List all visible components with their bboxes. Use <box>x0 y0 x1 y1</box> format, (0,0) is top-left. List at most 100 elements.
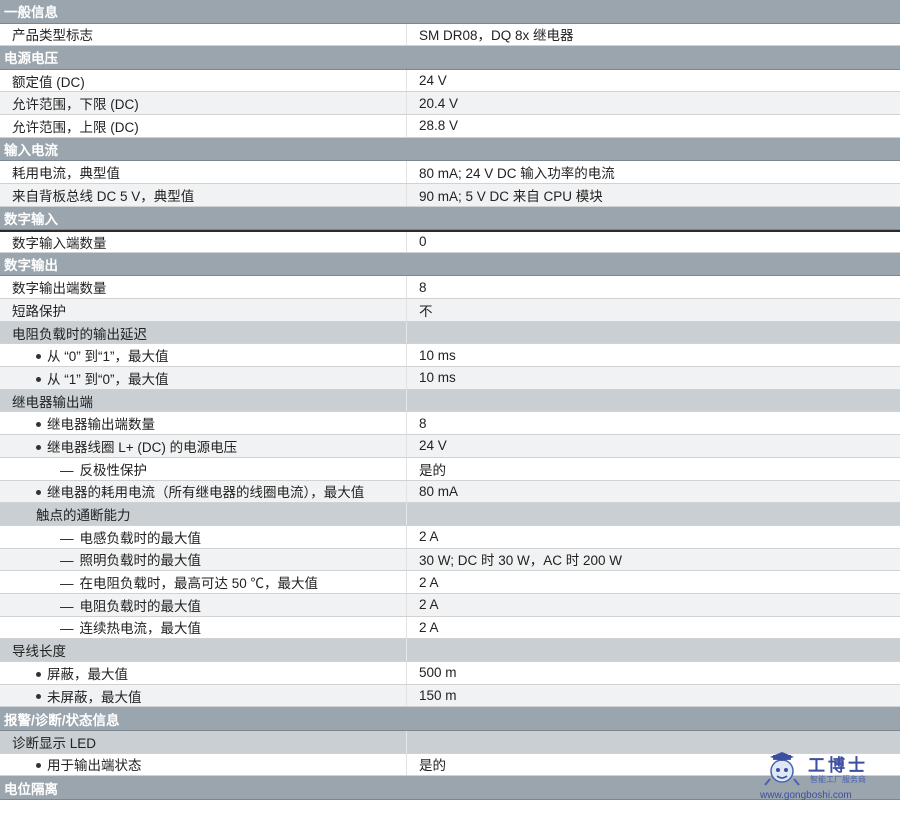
spec-row: 未屏蔽，最大值 150 m <box>0 684 900 708</box>
spec-value: 是的 <box>406 753 900 776</box>
section-title: 报警/诊断/状态信息 <box>4 712 120 728</box>
spec-label-cell: 从 “0” 到“1”，最大值 <box>0 345 406 365</box>
spec-row: 额定值 (DC) 24 V <box>0 69 900 93</box>
bullet-icon <box>36 671 41 677</box>
spec-row: — 照明负载时的最大值 30 W; DC 时 30 W，AC 时 200 W <box>0 548 900 572</box>
spec-label: 屏蔽，最大值 <box>47 666 128 682</box>
spec-row: 耗用电流，典型值 80 mA; 24 V DC 输入功率的电流 <box>0 161 900 184</box>
spec-label-cell: — 连续热电流，最大值 <box>0 617 406 637</box>
spec-row: — 电阻负载时的最大值 2 A <box>0 593 900 617</box>
spec-value: 80 mA; 24 V DC 输入功率的电流 <box>406 161 900 183</box>
bullet-icon <box>36 490 41 496</box>
subsection-header: 触点的通断能力 <box>0 503 900 526</box>
section-title: 电源电压 <box>4 51 58 67</box>
spec-value: 2 A <box>406 571 900 593</box>
spec-value: 90 mA; 5 V DC 来自 CPU 模块 <box>406 183 900 206</box>
spec-row: 数字输入端数量 0 <box>0 230 900 253</box>
spec-label-cell: 产品类型标志 <box>0 24 406 44</box>
spec-label: 继电器输出端数量 <box>47 417 155 433</box>
spec-row: — 在电阻负载时，最高可达 50 ℃，最大值 2 A <box>0 571 900 594</box>
spec-row: 从 “0” 到“1”，最大值 10 ms <box>0 344 900 368</box>
subsection-title: 触点的通断能力 <box>36 508 131 524</box>
spec-row: 允许范围，下限 (DC) 20.4 V <box>0 92 900 116</box>
spec-label-cell: 来自背板总线 DC 5 V，典型值 <box>0 185 406 205</box>
spec-value: 28.8 V <box>406 115 900 137</box>
spec-label-cell: — 反极性保护 <box>0 459 406 479</box>
spec-label-cell: — 照明负载时的最大值 <box>0 549 406 569</box>
spec-value: 20.4 V <box>406 92 900 115</box>
spec-label: 产品类型标志 <box>12 28 93 44</box>
spec-row: 屏蔽，最大值 500 m <box>0 662 900 685</box>
spec-value: 150 m <box>406 684 900 707</box>
spec-label: 允许范围，下限 (DC) <box>12 97 139 113</box>
spec-label: 在电阻负载时，最高可达 50 ℃，最大值 <box>79 576 319 592</box>
spec-row: 继电器线圈 L+ (DC) 的电源电压 24 V <box>0 435 900 458</box>
spec-label: 电感负载时的最大值 <box>79 530 202 546</box>
spec-label: 允许范围，上限 (DC) <box>12 119 139 135</box>
spec-label-cell: — 电阻负载时的最大值 <box>0 595 406 615</box>
spec-label: 继电器的耗用电流（所有继电器的线圈电流），最大值 <box>47 485 365 501</box>
spec-label: 从 “0” 到“1”，最大值 <box>47 349 169 365</box>
dash-icon: — <box>60 598 74 614</box>
section-header: 电源电压 <box>0 46 900 70</box>
spec-value: 500 m <box>406 662 900 684</box>
section-title: 数字输出 <box>4 258 58 274</box>
spec-label: 电阻负载时的最大值 <box>79 598 202 614</box>
subsection-header: 诊断显示 LED <box>0 730 900 754</box>
bullet-icon <box>36 422 41 428</box>
spec-row: 继电器的耗用电流（所有继电器的线圈电流），最大值 80 mA <box>0 480 900 504</box>
spec-value: 2 A <box>406 593 900 616</box>
spec-value: 2 A <box>406 616 900 639</box>
section-header: 一般信息 <box>0 0 900 24</box>
subsection-header: 导线长度 <box>0 639 900 662</box>
section-title: 数字输入 <box>4 211 58 227</box>
bullet-icon <box>36 354 41 360</box>
spec-label-cell: 继电器的耗用电流（所有继电器的线圈电流），最大值 <box>0 481 406 501</box>
spec-row: 来自背板总线 DC 5 V，典型值 90 mA; 5 V DC 来自 CPU 模块 <box>0 183 900 207</box>
spec-label-cell: 允许范围，上限 (DC) <box>0 116 406 136</box>
spec-value: 8 <box>406 412 900 435</box>
section-header: 电位隔离 <box>0 776 900 800</box>
bullet-icon <box>36 694 41 700</box>
dash-icon: — <box>60 621 74 637</box>
spec-label: 用于输出端状态 <box>47 758 142 774</box>
spec-label-cell: 短路保护 <box>0 300 406 320</box>
spec-label-cell: 额定值 (DC) <box>0 71 406 91</box>
spec-value: 是的 <box>406 457 900 480</box>
spec-label-cell: — 电感负载时的最大值 <box>0 527 406 547</box>
dash-icon: — <box>60 553 74 569</box>
spec-label-cell: 数字输入端数量 <box>0 232 406 252</box>
section-header: 数字输出 <box>0 252 900 277</box>
spec-label: 继电器线圈 L+ (DC) 的电源电压 <box>47 439 238 455</box>
spec-row: 数字输出端数量 8 <box>0 276 900 299</box>
spec-label: 来自背板总线 DC 5 V，典型值 <box>12 188 195 204</box>
spec-label: 反极性保护 <box>79 462 148 478</box>
spec-label-cell: 继电器线圈 L+ (DC) 的电源电压 <box>0 436 406 456</box>
spec-value: 0 <box>406 232 900 252</box>
subsection-header: 继电器输出端 <box>0 389 900 413</box>
dash-icon: — <box>60 530 74 546</box>
subsection-title: 电阻负载时的输出延迟 <box>12 326 147 342</box>
spec-label: 数字输出端数量 <box>12 281 107 297</box>
spec-label: 耗用电流，典型值 <box>12 166 120 182</box>
spec-label: 数字输入端数量 <box>12 235 107 251</box>
spec-value: 10 ms <box>406 344 900 367</box>
spec-value: 2 A <box>406 525 900 548</box>
spec-value: 24 V <box>406 69 900 92</box>
spec-value: 8 <box>406 276 900 298</box>
spec-value: 80 mA <box>406 480 900 503</box>
spec-row: 短路保护 不 <box>0 299 900 322</box>
spec-row: — 反极性保护 是的 <box>0 457 900 481</box>
spec-value: SM DR08，DQ 8x 继电器 <box>406 23 900 46</box>
spec-label: 连续热电流，最大值 <box>79 621 202 637</box>
spec-label: 额定值 (DC) <box>12 74 85 90</box>
spec-label-cell: 屏蔽，最大值 <box>0 663 406 683</box>
spec-label: 未屏蔽，最大值 <box>47 689 142 705</box>
section-header: 报警/诊断/状态信息 <box>0 707 900 731</box>
bullet-icon <box>36 763 41 769</box>
spec-label-cell: 从 “1” 到“0”，最大值 <box>0 368 406 388</box>
subsection-header: 电阻负载时的输出延迟 <box>0 321 900 345</box>
section-header: 数字输入 <box>0 206 900 231</box>
section-title: 输入电流 <box>4 143 58 158</box>
dash-icon: — <box>60 462 74 478</box>
